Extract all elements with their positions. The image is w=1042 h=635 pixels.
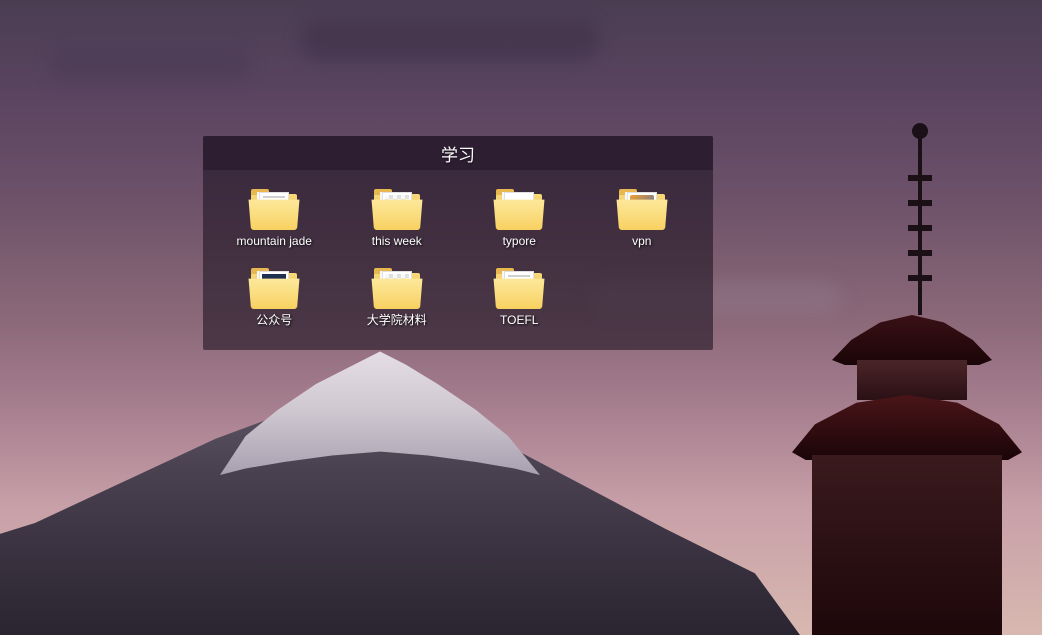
folder-icon <box>494 267 544 309</box>
folder-icon <box>617 188 667 230</box>
folder-label: vpn <box>632 234 651 249</box>
folder-item-toefl[interactable]: TOEFL <box>462 263 577 332</box>
folder-label: 大学院材料 <box>367 313 427 328</box>
folder-icon <box>372 188 422 230</box>
folder-item-mountain-jade[interactable]: mountain jade <box>217 184 332 253</box>
wallpaper-pagoda <box>742 255 1022 635</box>
folder-icon <box>249 188 299 230</box>
folder-label: typore <box>503 234 536 249</box>
folder-group-title[interactable]: 学习 <box>203 136 713 170</box>
folder-label: TOEFL <box>500 313 538 328</box>
desktop-folder-group[interactable]: 学习 mountain jade this week <box>203 136 713 350</box>
folder-label: 公众号 <box>256 313 292 328</box>
folder-item-typore[interactable]: T typore <box>462 184 577 253</box>
folder-icon <box>372 267 422 309</box>
folder-item-gongzhonghao[interactable]: 公众号 <box>217 263 332 332</box>
folder-label: this week <box>372 234 422 249</box>
folder-label: mountain jade <box>237 234 312 249</box>
folder-item-vpn[interactable]: vpn <box>585 184 700 253</box>
folder-grid: mountain jade this week T typore <box>203 170 713 350</box>
wallpaper-cloud <box>50 50 250 80</box>
desktop-wallpaper[interactable]: 学习 mountain jade this week <box>0 0 1042 635</box>
folder-item-this-week[interactable]: this week <box>340 184 455 253</box>
folder-item-daxueyuan[interactable]: 大学院材料 <box>340 263 455 332</box>
folder-icon: T <box>494 188 544 230</box>
folder-icon <box>249 267 299 309</box>
wallpaper-cloud <box>300 20 600 60</box>
